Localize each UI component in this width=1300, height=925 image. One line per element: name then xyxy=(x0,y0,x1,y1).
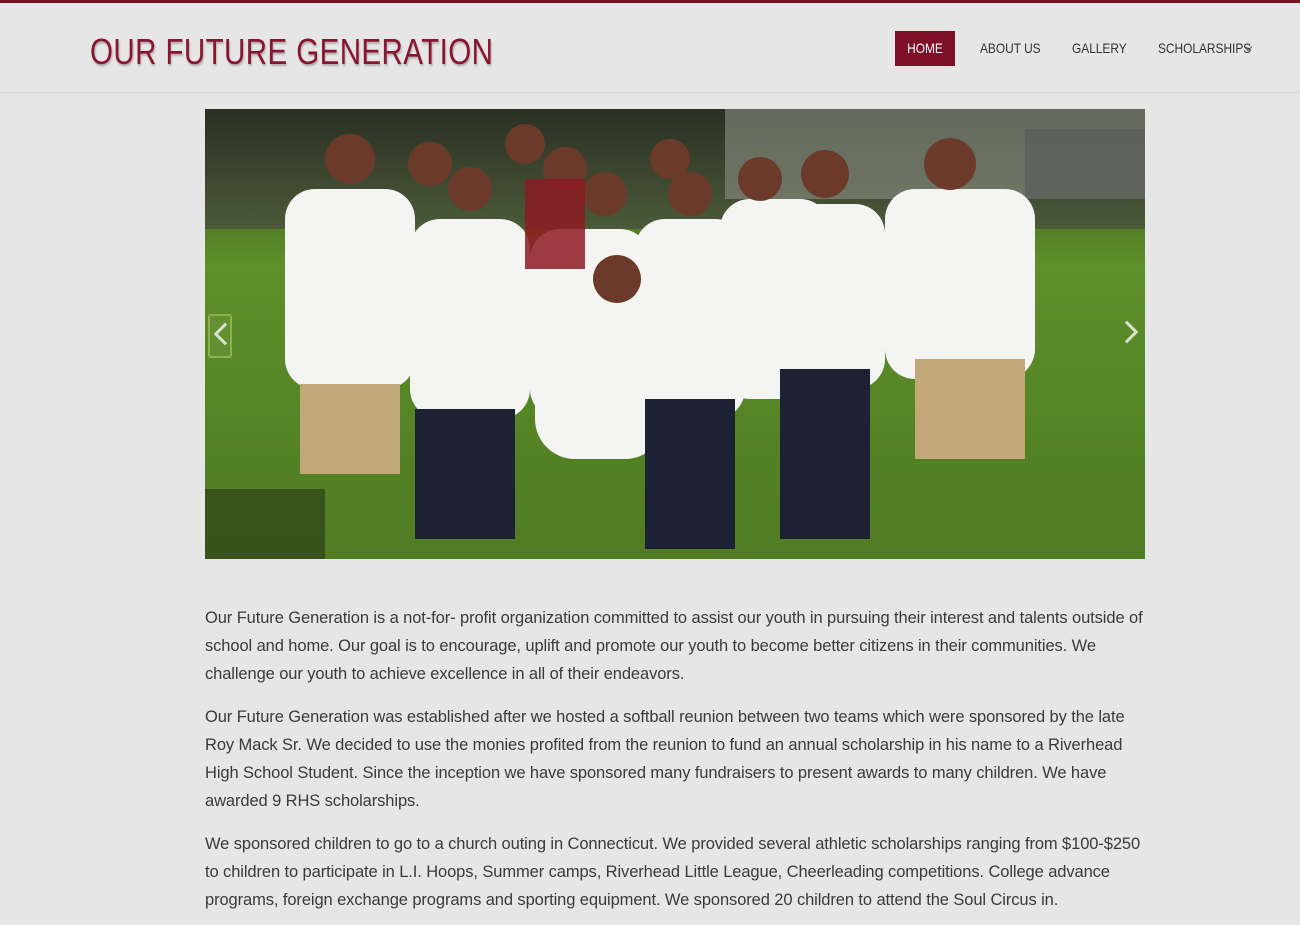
slider-prev-button[interactable] xyxy=(208,314,237,358)
group-photo xyxy=(205,109,1145,559)
nav-about-us[interactable]: ABOUT US xyxy=(980,31,1051,66)
nav-scholarships-label: SCHOLARSHIPS xyxy=(1158,40,1252,56)
site-header: OUR FUTURE GENERATION HOME ABOUT US GALL… xyxy=(0,3,1300,93)
chevron-right-icon xyxy=(1115,320,1139,344)
nav-gallery-label: GALLERY xyxy=(1072,40,1127,56)
intro-paragraph: Our Future Generation is a not-for- prof… xyxy=(205,609,1143,683)
nav-home-label: HOME xyxy=(907,40,943,56)
activities-paragraph: We sponsored children to go to a church … xyxy=(205,835,1141,909)
slider-next-button[interactable] xyxy=(1115,314,1142,358)
hero-slider[interactable] xyxy=(205,109,1145,559)
history-paragraph: Our Future Generation was established af… xyxy=(205,708,1125,810)
main-content: Our Future Generation is a not-for- prof… xyxy=(205,604,1150,925)
nav-scholarships[interactable]: SCHOLARSHIPS xyxy=(1158,31,1268,66)
nav-gallery[interactable]: GALLERY xyxy=(1072,31,1136,66)
nav-home[interactable]: HOME xyxy=(895,31,955,66)
nav-about-label: ABOUT US xyxy=(980,40,1041,56)
site-title[interactable]: OUR FUTURE GENERATION xyxy=(90,31,493,73)
